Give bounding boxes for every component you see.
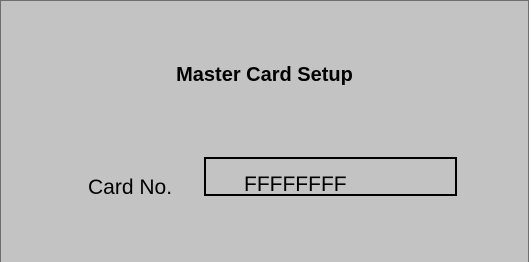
card-number-value: FFFFFFFF bbox=[244, 173, 347, 196]
card-number-label: Card No. bbox=[88, 176, 173, 199]
card-number-field[interactable]: FFFFFFFF bbox=[204, 157, 457, 196]
page-title: Master Card Setup bbox=[176, 64, 353, 86]
master-card-setup-screen: Master Card Setup Card No. FFFFFFFF bbox=[0, 0, 529, 262]
